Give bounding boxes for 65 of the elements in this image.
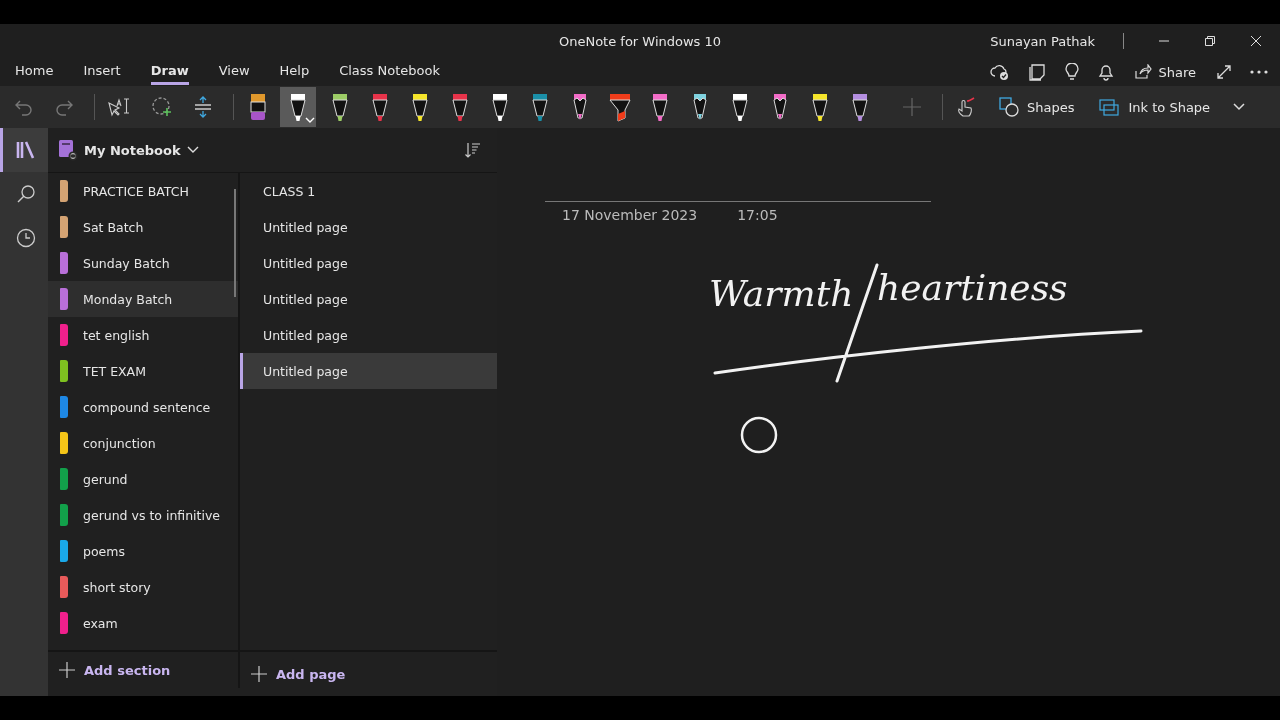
section-item[interactable]: Monday Batch <box>48 281 238 317</box>
plus-icon <box>250 665 268 683</box>
search-icon <box>15 184 36 204</box>
window-title: OneNote for Windows 10 <box>558 33 722 49</box>
chevron-down-icon[interactable] <box>1232 102 1247 112</box>
restore-icon[interactable] <box>1204 35 1216 47</box>
page-time: 17:05 <box>737 207 778 223</box>
handwritten-word: heartiness <box>877 267 1068 308</box>
sticky-note-icon[interactable] <box>1028 63 1047 81</box>
notebooks-icon <box>15 141 36 159</box>
undo-icon[interactable] <box>14 98 34 116</box>
user-name[interactable]: Sunayan Pathak <box>990 33 1095 49</box>
section-item[interactable]: short story <box>48 569 238 605</box>
ink-to-shape-icon <box>1098 97 1121 117</box>
caret-icon <box>305 116 315 124</box>
pen-button[interactable] <box>280 87 316 127</box>
section-item[interactable]: poems <box>48 533 238 569</box>
section-item[interactable]: compound sentence <box>48 389 238 425</box>
section-item[interactable]: gerund <box>48 461 238 497</box>
section-item[interactable]: TET EXAM <box>48 353 238 389</box>
plus-icon <box>58 661 76 679</box>
share-icon <box>1134 64 1153 80</box>
page-item[interactable]: Untitled page <box>240 281 497 317</box>
close-icon[interactable] <box>1250 35 1262 47</box>
section-item[interactable]: tet english <box>48 317 238 353</box>
type-select-icon[interactable] <box>107 97 131 117</box>
add-section-button[interactable]: Add section <box>48 652 240 688</box>
redo-icon[interactable] <box>54 98 74 116</box>
lightbulb-icon[interactable] <box>1064 63 1081 81</box>
section-item[interactable]: PRACTICE BATCH <box>48 173 238 209</box>
lasso-add-icon[interactable] <box>151 96 173 118</box>
page-item[interactable]: Untitled page <box>240 317 497 353</box>
section-item[interactable]: Sat Batch <box>48 209 238 245</box>
ribbon-tab[interactable]: Help <box>279 59 310 85</box>
shapes-icon <box>999 97 1019 117</box>
ribbon-tab[interactable]: View <box>218 59 250 85</box>
section-item[interactable]: gerund vs to infinitive <box>48 497 238 533</box>
notebook-icon <box>58 139 78 161</box>
more-icon[interactable] <box>1250 70 1268 74</box>
shapes-button[interactable]: Shapes <box>997 95 1077 119</box>
ink-to-shape-button[interactable]: Ink to Shape <box>1096 95 1213 119</box>
ribbon-tab[interactable]: Class Notebook <box>339 59 440 85</box>
section-item[interactable]: Sunday Batch <box>48 245 238 281</box>
handwritten-word: Warmth <box>709 273 854 314</box>
chevron-down-icon <box>186 146 199 154</box>
notebooks-button[interactable] <box>0 128 48 172</box>
notebook-selector[interactable]: My Notebook <box>58 139 199 161</box>
page-item[interactable]: CLASS 1 <box>240 173 497 209</box>
page-item[interactable]: Untitled page <box>240 209 497 245</box>
ribbon-tab[interactable]: Insert <box>83 59 121 85</box>
add-page-button[interactable]: Add page <box>240 652 430 696</box>
cloud-sync-icon[interactable] <box>990 63 1011 81</box>
add-space-icon[interactable] <box>193 96 213 118</box>
page-item[interactable]: Untitled page <box>240 245 497 281</box>
bell-icon[interactable] <box>1098 63 1115 81</box>
sort-icon[interactable] <box>465 142 481 158</box>
page-item[interactable]: Untitled page <box>240 353 497 389</box>
section-item[interactable]: conjunction <box>48 425 238 461</box>
expand-icon[interactable] <box>1216 64 1232 80</box>
ribbon-tab[interactable]: Home <box>15 59 54 85</box>
share-button[interactable]: Share <box>1132 62 1198 82</box>
clock-icon <box>15 228 36 248</box>
section-item[interactable]: exam <box>48 605 238 641</box>
touch-draw-icon[interactable] <box>955 96 977 118</box>
page-date: 17 November 2023 <box>562 207 698 223</box>
